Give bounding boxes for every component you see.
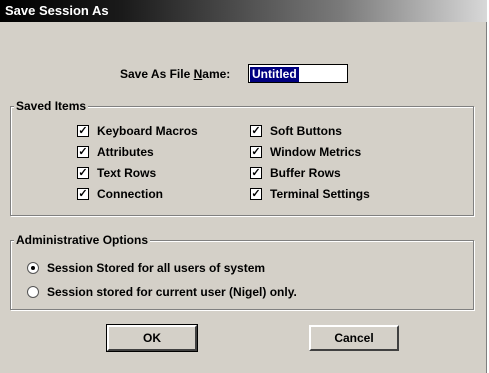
checkbox-attributes[interactable]: ✓ (77, 146, 89, 158)
label-text-rows: Text Rows (97, 166, 157, 180)
label-connection: Connection (97, 187, 163, 201)
label-buffer-rows: Buffer Rows (270, 166, 341, 180)
ok-button[interactable]: OK (106, 324, 198, 352)
checkbox-text-rows[interactable]: ✓ (77, 167, 89, 179)
radio-selected-dot (31, 266, 35, 270)
checkbox-window-metrics[interactable]: ✓ (250, 146, 262, 158)
save-session-dialog: Save Session As Save As File Name: Untit… (0, 0, 487, 373)
label-current-user: Session stored for current user (Nigel) … (47, 285, 297, 299)
label-all-users: Session Stored for all users of system (47, 261, 266, 275)
cancel-button[interactable]: Cancel (309, 325, 399, 351)
radio-all-users[interactable] (27, 262, 39, 274)
admin-options-group (10, 240, 474, 310)
radio-current-user[interactable] (27, 286, 39, 298)
label-keyboard-macros: Keyboard Macros (97, 124, 198, 138)
checkbox-terminal-settings[interactable]: ✓ (250, 188, 262, 200)
label-window-metrics: Window Metrics (270, 145, 362, 159)
title-bar: Save Session As (0, 0, 487, 22)
checkbox-connection[interactable]: ✓ (77, 188, 89, 200)
checkbox-soft-buttons[interactable]: ✓ (250, 125, 262, 137)
filename-label: Save As File Name: (120, 67, 231, 81)
admin-options-title: Administrative Options (14, 233, 151, 247)
label-soft-buttons: Soft Buttons (270, 124, 342, 138)
label-attributes: Attributes (97, 145, 154, 159)
checkbox-buffer-rows[interactable]: ✓ (250, 167, 262, 179)
checkbox-keyboard-macros[interactable]: ✓ (77, 125, 89, 137)
label-terminal-settings: Terminal Settings (270, 187, 370, 201)
filename-input[interactable]: Untitled (248, 64, 348, 83)
window-title: Save Session As (5, 3, 109, 18)
saved-items-title: Saved Items (14, 99, 89, 113)
